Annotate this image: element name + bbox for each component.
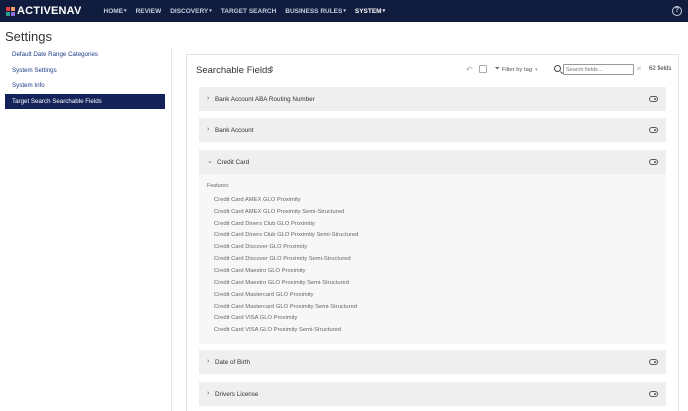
chevron-down-icon: ▾ [535, 66, 538, 73]
feature-item: Credit Card Discover GLO Proximity [214, 244, 308, 251]
sidebar-divider [171, 47, 172, 411]
feature-item: Credit Card Mastercard GLO Proximity [214, 291, 314, 298]
chevron-down-icon: ▾ [382, 8, 386, 14]
feature-item: Credit Card VISA GLO Proximity Semi-Stru… [214, 327, 341, 334]
nav-review[interactable]: REVIEW [136, 8, 162, 15]
feature-item: Credit Card Diners Club GLO Proximity [214, 220, 315, 227]
field-row-drivers-license[interactable]: › Drivers License [199, 382, 666, 406]
chevron-right-icon: › [207, 126, 210, 133]
search-icon [554, 65, 561, 72]
chevron-down-icon: ▾ [343, 8, 346, 14]
save-icon[interactable] [479, 65, 487, 73]
credit-card-details: Features: Credit Card AMEX GLO Proximity… [199, 174, 666, 344]
feature-item: Credit Card VISA GLO Proximity [214, 315, 298, 322]
field-label: Bank Account ABA Routing Number [215, 95, 315, 103]
field-row-bank-aba-routing[interactable]: › Bank Account ABA Routing Number [199, 87, 666, 111]
feature-item: Credit Card Maestro GLO Proximity Semi-S… [214, 279, 349, 286]
field-label: Date of Birth [215, 358, 250, 366]
field-row-credit-card[interactable]: ⌄ Credit Card [199, 150, 666, 174]
panel-title: Searchable Fields [196, 65, 273, 76]
nav-home[interactable]: HOME ▾ [104, 8, 127, 15]
clear-icon[interactable]: ✕ [636, 65, 642, 73]
nav-business-rules[interactable]: BUSINESS RULES ▾ [285, 8, 346, 15]
filter-label: Filter by tag [501, 66, 533, 73]
brand-name: ACTIVENAV [17, 5, 82, 17]
search-fields-input[interactable] [563, 64, 634, 75]
feature-item: Credit Card Maestro GLO Proximity [214, 267, 306, 274]
sidebar-item-searchable-fields[interactable]: Target Search Searchable Fields [5, 93, 165, 109]
nav-system[interactable]: SYSTEM ▾ [355, 8, 385, 15]
sidebar-item-date-range-categories[interactable]: Default Date Range Categories [5, 47, 165, 63]
field-enabled-toggle[interactable] [649, 391, 658, 397]
feature-item: Credit Card Mastercard GLO Proximity Sem… [214, 303, 358, 310]
field-row-bank-account[interactable]: › Bank Account [199, 118, 666, 142]
field-label: Drivers License [215, 390, 259, 398]
page-title: Settings [5, 29, 52, 44]
field-label: Bank Account [215, 126, 254, 134]
field-enabled-toggle[interactable] [649, 127, 658, 133]
chevron-right-icon: › [207, 95, 210, 102]
chevron-down-icon: ⌄ [207, 157, 213, 165]
sort-icon[interactable]: ⇕ [268, 65, 275, 74]
undo-icon[interactable]: ↶ [466, 65, 473, 74]
feature-item: Credit Card Diners Club GLO Proximity Se… [214, 232, 359, 239]
field-count: 62 fields [649, 66, 672, 72]
feature-item: Credit Card AMEX GLO Proximity [214, 196, 301, 203]
logo-mark-icon [6, 6, 15, 16]
tag-icon: ⏷ [495, 66, 500, 72]
feature-item: Credit Card Discover GLO Proximity Semi-… [214, 256, 351, 263]
sidebar-item-system-info[interactable]: System Info [5, 78, 165, 94]
help-circle-icon[interactable]: ? [672, 6, 682, 16]
brand-logo[interactable]: ACTIVENAV [6, 5, 82, 17]
field-row-date-of-birth[interactable]: › Date of Birth [199, 350, 666, 374]
main-nav: HOME ▾ REVIEW DISCOVERY ▾ TARGET SEARCH BU… [104, 0, 395, 22]
field-enabled-toggle[interactable] [649, 359, 658, 365]
field-enabled-toggle[interactable] [649, 159, 658, 165]
top-nav-bar: ACTIVENAV HOME ▾ REVIEW DISCOVERY ▾ TARGET… [0, 0, 688, 22]
chevron-down-icon: ▾ [124, 8, 127, 14]
nav-discovery[interactable]: DISCOVERY ▾ [170, 8, 212, 15]
searchable-fields-panel: Searchable Fields ⇕ ↶ ⏷ Filter by tag ▾ … [186, 54, 679, 411]
feature-list: Credit Card AMEX GLO Proximity Credit Ca… [214, 194, 358, 336]
field-enabled-toggle[interactable] [649, 96, 658, 102]
filter-by-tag-dropdown[interactable]: ⏷ Filter by tag ▾ [495, 66, 538, 73]
chevron-right-icon: › [207, 358, 210, 365]
panel-header: Searchable Fields ⇕ ↶ ⏷ Filter by tag ▾ … [187, 55, 678, 83]
field-label: Credit Card [217, 158, 250, 166]
features-label: Features: [207, 183, 230, 189]
chevron-right-icon: › [207, 390, 210, 397]
feature-item: Credit Card AMEX GLO Proximity Semi-Stru… [214, 208, 345, 215]
nav-target-search[interactable]: TARGET SEARCH [221, 8, 277, 15]
sidebar-item-system-settings[interactable]: System Settings [5, 63, 165, 79]
chevron-down-icon: ▾ [209, 8, 212, 14]
settings-sidebar: Default Date Range Categories System Set… [5, 47, 165, 109]
